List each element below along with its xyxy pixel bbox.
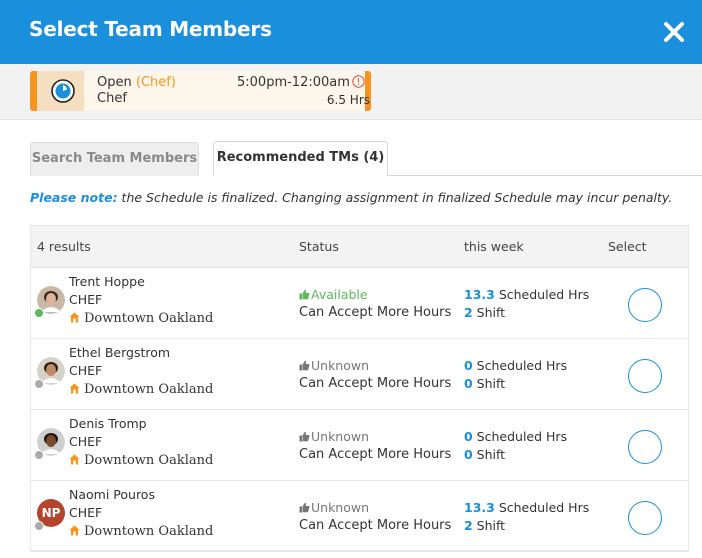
select-header: Select xyxy=(608,239,647,254)
tab-search-team-members[interactable]: Search Team Members xyxy=(30,142,199,176)
close-x-icon xyxy=(664,22,684,42)
presence-indicator xyxy=(34,450,44,460)
scheduled-hours: 0 Scheduled Hrs xyxy=(464,358,568,373)
modal-header: Select Team Members xyxy=(0,0,702,64)
member-location: Downtown Oakland xyxy=(69,524,213,539)
table-row: Trent Hoppe CHEF Downtown Oakland Availa… xyxy=(31,268,688,339)
thumbs-up-icon xyxy=(299,431,310,442)
close-button[interactable] xyxy=(662,20,686,44)
accept-hours-status: Can Accept More Hours xyxy=(299,518,452,533)
availability-status: Unknown xyxy=(299,500,369,515)
thumbs-up-icon xyxy=(299,360,310,371)
shift-count: 2 Shift xyxy=(464,305,506,320)
scheduled-hours: 13.3 Scheduled Hrs xyxy=(464,500,590,515)
scheduled-hours: 0 Scheduled Hrs xyxy=(464,429,568,444)
shift-card-body: Open (Chef) Chef 5:00pm-12:00am 6.5 Hrs xyxy=(37,71,370,111)
select-member-radio[interactable] xyxy=(628,359,662,393)
availability-status: Unknown xyxy=(299,429,369,444)
select-member-radio[interactable] xyxy=(628,501,662,535)
member-role: CHEF xyxy=(69,434,103,449)
shift-count: 2 Shift xyxy=(464,518,506,533)
shift-role: Chef xyxy=(97,91,127,106)
accept-hours-status: Can Accept More Hours xyxy=(299,376,452,391)
clock-icon xyxy=(51,79,75,103)
shift-count: 0 Shift xyxy=(464,447,506,462)
presence-indicator xyxy=(34,521,44,531)
shift-time: 5:00pm-12:00am xyxy=(237,75,350,90)
finalized-note: Please note: the Schedule is finalized. … xyxy=(30,190,672,205)
availability-status: Unknown xyxy=(299,358,369,373)
member-role: CHEF xyxy=(69,363,103,378)
presence-indicator xyxy=(34,379,44,389)
note-text: the Schedule is finalized. Changing assi… xyxy=(117,190,673,205)
table-row: NP Naomi Pouros CHEF Downtown Oakland Un… xyxy=(31,481,688,552)
member-location: Downtown Oakland xyxy=(69,453,213,468)
shift-summary-band: Open (Chef) Chef 5:00pm-12:00am 6.5 Hrs xyxy=(0,64,702,120)
presence-indicator xyxy=(34,308,44,318)
availability-status: Available xyxy=(299,287,368,302)
info-icon[interactable] xyxy=(352,75,365,88)
select-member-radio[interactable] xyxy=(628,288,662,322)
table-header: 4 results Status this week Select xyxy=(31,226,688,268)
modal-title: Select Team Members xyxy=(29,17,272,41)
results-count: 4 results xyxy=(37,239,91,254)
scheduled-hours: 13.3 Scheduled Hrs xyxy=(464,287,590,302)
note-lead: Please note: xyxy=(30,190,118,205)
member-name: Naomi Pouros xyxy=(69,487,155,502)
member-location: Downtown Oakland xyxy=(69,382,213,397)
table-row: Ethel Bergstrom CHEF Downtown Oakland Un… xyxy=(31,339,688,410)
thumbs-up-icon xyxy=(299,289,310,300)
member-name: Denis Tromp xyxy=(69,416,147,431)
member-name: Trent Hoppe xyxy=(69,274,145,289)
member-role: CHEF xyxy=(69,292,103,307)
home-location-icon xyxy=(69,454,80,465)
accept-hours-status: Can Accept More Hours xyxy=(299,305,452,320)
member-role: CHEF xyxy=(69,505,103,520)
thumbs-up-icon xyxy=(299,502,310,513)
shift-status: Open (Chef) xyxy=(97,75,176,90)
select-member-radio[interactable] xyxy=(628,430,662,464)
home-location-icon xyxy=(69,383,80,394)
shift-hours: 6.5 Hrs xyxy=(326,93,370,107)
this-week-header: this week xyxy=(464,239,524,254)
member-name: Ethel Bergstrom xyxy=(69,345,171,360)
shift-count: 0 Shift xyxy=(464,376,506,391)
home-location-icon xyxy=(69,312,80,323)
home-location-icon xyxy=(69,525,80,536)
member-location: Downtown Oakland xyxy=(69,311,213,326)
accept-hours-status: Can Accept More Hours xyxy=(299,447,452,462)
table-row: Denis Tromp CHEF Downtown Oakland Unknow… xyxy=(31,410,688,481)
shift-role-tag: (Chef) xyxy=(135,75,176,90)
status-header: Status xyxy=(299,239,339,254)
team-members-table: 4 results Status this week Select Trent … xyxy=(30,225,689,552)
shift-card: Open (Chef) Chef 5:00pm-12:00am 6.5 Hrs xyxy=(30,71,371,111)
tab-recommended-tms[interactable]: Recommended TMs (4) xyxy=(213,141,388,176)
